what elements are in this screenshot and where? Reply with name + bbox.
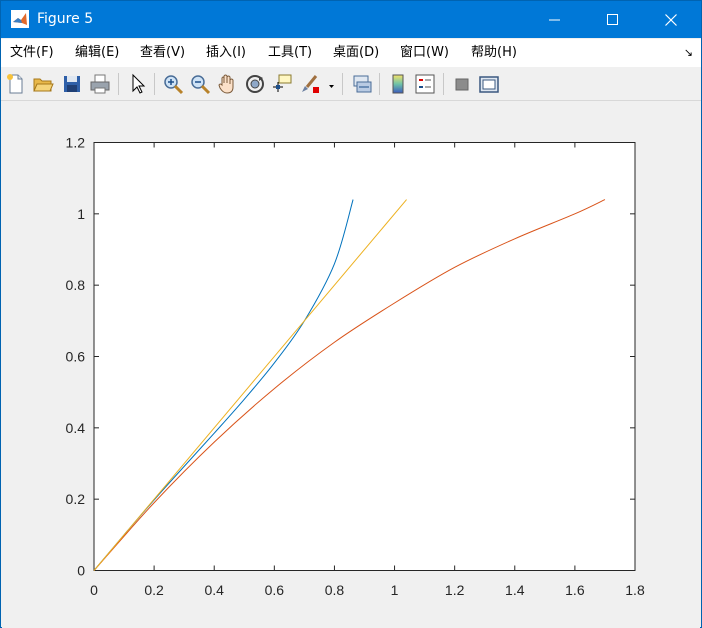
title-bar[interactable]: Figure 5 xyxy=(1,1,701,38)
print-icon[interactable] xyxy=(89,73,111,95)
y-tick-label: 0.8 xyxy=(66,277,86,293)
x-tick-label: 0.8 xyxy=(325,582,345,598)
maximize-button[interactable] xyxy=(584,1,642,38)
hide-plot-tools-icon[interactable] xyxy=(451,73,473,95)
x-tick-label: 1.2 xyxy=(445,582,465,598)
close-button[interactable] xyxy=(642,1,700,38)
new-figure-icon[interactable] xyxy=(5,73,27,95)
rotate-3d-icon[interactable] xyxy=(244,73,266,95)
x-tick-label: 0.4 xyxy=(204,582,224,598)
brush-dropdown-icon[interactable] xyxy=(324,73,338,95)
window-title: Figure 5 xyxy=(37,11,94,27)
figure-toolbar xyxy=(1,68,701,101)
y-tick-label: 1 xyxy=(77,206,85,222)
menu-insert[interactable]: 插入(I) xyxy=(206,45,246,61)
plot-canvas: 0 0.2 0.4 0.6 0.8 1 1.2 0 0.2 0.4 0.6 0.… xyxy=(2,101,700,628)
menu-window[interactable]: 窗口(W) xyxy=(400,45,449,61)
zoom-in-icon[interactable] xyxy=(162,73,184,95)
show-plot-tools-icon[interactable] xyxy=(478,73,500,95)
menu-file[interactable]: 文件(F) xyxy=(10,45,54,61)
open-folder-icon[interactable] xyxy=(32,73,54,95)
axes-box xyxy=(93,142,636,571)
menu-help[interactable]: 帮助(H) xyxy=(471,45,517,61)
x-tick-label: 0.6 xyxy=(265,582,285,598)
x-tick-label: 1.4 xyxy=(505,582,525,598)
toolbar-separator xyxy=(118,73,119,95)
x-tick-label: 0.2 xyxy=(144,582,164,598)
menu-view[interactable]: 查看(V) xyxy=(140,45,185,61)
brush-icon[interactable] xyxy=(299,73,321,95)
minimize-button[interactable] xyxy=(526,1,584,38)
pan-hand-icon[interactable] xyxy=(216,73,238,95)
dock-arrow-icon[interactable]: ↘ xyxy=(684,46,693,59)
matlab-logo-icon xyxy=(11,10,29,28)
toolbar-separator xyxy=(154,73,155,95)
legend-icon[interactable] xyxy=(414,73,436,95)
y-tick-label: 0.4 xyxy=(66,420,86,436)
x-tick-label: 1 xyxy=(391,582,399,598)
menu-edit[interactable]: 编辑(E) xyxy=(75,45,119,61)
toolbar-separator xyxy=(443,73,444,95)
y-tick-label: 0.2 xyxy=(66,491,86,507)
save-icon[interactable] xyxy=(61,73,83,95)
x-tick-label: 0 xyxy=(90,582,98,598)
toolbar-separator xyxy=(379,73,380,95)
y-tick-label: 0.6 xyxy=(66,349,86,365)
x-tick-label: 1.6 xyxy=(565,582,585,598)
menu-tools[interactable]: 工具(T) xyxy=(268,45,312,61)
pointer-icon[interactable] xyxy=(127,73,149,95)
zoom-out-icon[interactable] xyxy=(189,73,211,95)
y-tick-label: 0 xyxy=(77,563,85,579)
colorbar-icon[interactable] xyxy=(387,73,409,95)
menu-bar: 文件(F) 编辑(E) 查看(V) 插入(I) 工具(T) 桌面(D) 窗口(W… xyxy=(1,39,701,67)
toolbar-separator xyxy=(342,73,343,95)
data-cursor-icon[interactable] xyxy=(271,73,293,95)
y-tick-label: 1.2 xyxy=(66,135,86,151)
menu-desktop[interactable]: 桌面(D) xyxy=(333,45,379,61)
figure-window: Figure 5 文件(F) 编辑(E) 查看(V) 插入(I) 工具(T) 桌… xyxy=(0,0,702,628)
x-tick-label: 1.8 xyxy=(625,582,645,598)
link-plot-icon[interactable] xyxy=(351,73,373,95)
